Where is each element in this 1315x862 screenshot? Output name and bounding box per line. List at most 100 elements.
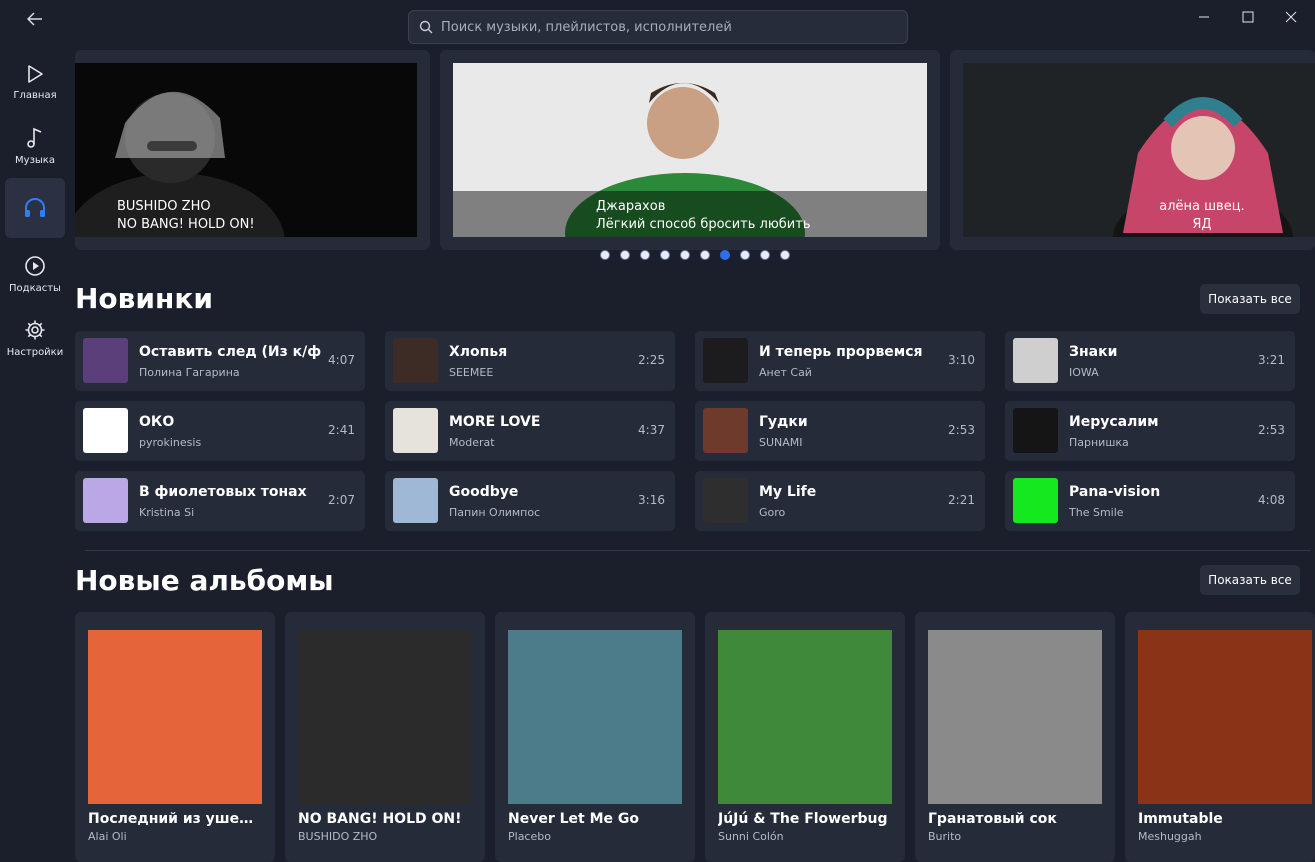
arrow-left-icon — [27, 12, 42, 26]
play-outline-icon — [28, 64, 43, 83]
carousel-dot[interactable] — [680, 250, 690, 260]
title-bar — [0, 0, 1315, 50]
track-item[interactable]: Гудки SUNAMI 2:53 — [695, 401, 985, 461]
search-icon — [419, 20, 433, 34]
track-item[interactable]: Goodbye Папин Олимпос 3:16 — [385, 471, 675, 531]
track-item[interactable]: MORE LOVE Moderat 4:37 — [385, 401, 675, 461]
album-card[interactable]: Последний из ушед... Alai Oli — [75, 612, 275, 862]
track-artist: IOWA — [1069, 366, 1099, 379]
close-button[interactable] — [1279, 6, 1303, 28]
track-cover — [703, 478, 748, 523]
track-artist: SUNAMI — [759, 436, 803, 449]
album-artist: Placebo — [508, 830, 551, 843]
carousel-dots — [600, 250, 790, 260]
section-divider — [85, 550, 1310, 551]
banner-title: NO BANG! HOLD ON! — [117, 217, 255, 232]
banner-title: Лёгкий способ бросить любить — [596, 217, 811, 232]
carousel-dot[interactable] — [640, 250, 650, 260]
minimize-button[interactable] — [1192, 6, 1216, 28]
track-artist: Папин Олимпос — [449, 506, 541, 519]
sidebar-item-music[interactable]: Музыка — [5, 116, 65, 176]
track-item[interactable]: Знаки IOWA 3:21 — [1005, 331, 1295, 391]
track-cover — [83, 338, 128, 383]
album-artist: Alai Oli — [88, 830, 127, 843]
track-title: И теперь прорвемся — [759, 344, 923, 360]
track-artist: Полина Гагарина — [139, 366, 240, 379]
track-duration: 4:08 — [1258, 493, 1285, 507]
track-artist: Moderat — [449, 436, 495, 449]
carousel-dot[interactable] — [600, 250, 610, 260]
album-card[interactable]: Гранатовый сок Burito — [915, 612, 1115, 862]
track-cover — [393, 408, 438, 453]
track-duration: 2:07 — [328, 493, 355, 507]
track-cover — [393, 338, 438, 383]
track-duration: 3:21 — [1258, 353, 1285, 367]
track-cover — [1013, 408, 1058, 453]
track-item[interactable]: И теперь прорвемся Анет Сай 3:10 — [695, 331, 985, 391]
track-cover — [1013, 338, 1058, 383]
gear-icon — [25, 320, 45, 339]
track-cover — [1013, 478, 1058, 523]
track-item[interactable]: Pana-vision The Smile 4:08 — [1005, 471, 1295, 531]
track-duration: 2:53 — [948, 423, 975, 437]
banner-card[interactable]: Джарахов Лёгкий способ бросить любить — [440, 50, 940, 250]
sidebar-item-label: Музыка — [15, 154, 55, 166]
search-box[interactable] — [408, 10, 908, 44]
sidebar-item-label: Подкасты — [9, 282, 61, 294]
carousel-dot[interactable] — [620, 250, 630, 260]
sidebar-item-label: Главная — [13, 89, 57, 101]
track-item[interactable]: Оставить след (Из к/ф "С Полина Гагарина 4… — [75, 331, 365, 391]
track-cover — [703, 408, 748, 453]
minimize-icon — [1199, 16, 1209, 18]
carousel-dot[interactable] — [660, 250, 670, 260]
track-item[interactable]: В фиолетовых тонах Kristina Si 2:07 — [75, 471, 365, 531]
track-item[interactable]: ОКО pyrokinesis 2:41 — [75, 401, 365, 461]
track-item[interactable]: Хлопья SEEMEE 2:25 — [385, 331, 675, 391]
maximize-icon — [1242, 11, 1254, 23]
album-cover — [928, 630, 1102, 804]
track-cover — [703, 338, 748, 383]
album-card[interactable]: Never Let Me Go Placebo — [495, 612, 695, 862]
carousel-dot[interactable] — [760, 250, 770, 260]
album-cover — [88, 630, 262, 804]
sidebar-item-settings[interactable]: Настройки — [5, 308, 65, 368]
sidebar-item-radio[interactable] — [5, 178, 65, 238]
album-card[interactable]: JúJú & The Flowerbug Sunni Colón — [705, 612, 905, 862]
album-artist: Meshuggah — [1138, 830, 1202, 843]
track-item[interactable]: My Life Goro 2:21 — [695, 471, 985, 531]
album-title: Последний из ушед... — [88, 811, 264, 827]
carousel-dot[interactable] — [780, 250, 790, 260]
banner-card[interactable]: BUSHIDO ZHO NO BANG! HOLD ON! — [75, 50, 430, 250]
album-cover — [718, 630, 892, 804]
album-artist: Burito — [928, 830, 962, 843]
show-all-albums-button[interactable]: Показать все — [1200, 565, 1300, 595]
track-title: Оставить след (Из к/ф "С — [139, 344, 327, 360]
track-cover — [393, 478, 438, 523]
track-artist: Парнишка — [1069, 436, 1129, 449]
show-all-tracks-button[interactable]: Показать все — [1200, 284, 1300, 314]
banner-card[interactable]: алёна швец. ЯД — [950, 50, 1315, 250]
carousel-dot[interactable] — [740, 250, 750, 260]
maximize-button[interactable] — [1236, 6, 1260, 28]
carousel-dot[interactable] — [700, 250, 710, 260]
search-input[interactable] — [441, 19, 881, 35]
banner-artist: BUSHIDO ZHO — [117, 199, 211, 214]
track-cover — [83, 408, 128, 453]
sidebar-item-home[interactable]: Главная — [5, 52, 65, 112]
track-item[interactable]: Иерусалим Парнишка 2:53 — [1005, 401, 1295, 461]
track-artist: Kristina Si — [139, 506, 195, 519]
track-title: Хлопья — [449, 344, 508, 360]
close-icon — [1285, 11, 1297, 23]
carousel-dot[interactable] — [720, 250, 730, 260]
album-title: Гранатовый сок — [928, 811, 1057, 827]
track-duration: 2:25 — [638, 353, 665, 367]
back-button[interactable] — [22, 8, 48, 30]
music-note-icon — [27, 127, 42, 148]
sidebar-item-podcasts[interactable]: Подкасты — [5, 244, 65, 304]
section-title-new-albums: Новые альбомы — [75, 564, 334, 597]
track-artist: pyrokinesis — [139, 436, 202, 449]
album-card[interactable]: Immutable Meshuggah — [1125, 612, 1315, 862]
track-duration: 3:10 — [948, 353, 975, 367]
album-card[interactable]: NO BANG! HOLD ON! BUSHIDO ZHO — [285, 612, 485, 862]
sidebar: Главная Музыка Подкасты Настройки — [0, 50, 70, 862]
